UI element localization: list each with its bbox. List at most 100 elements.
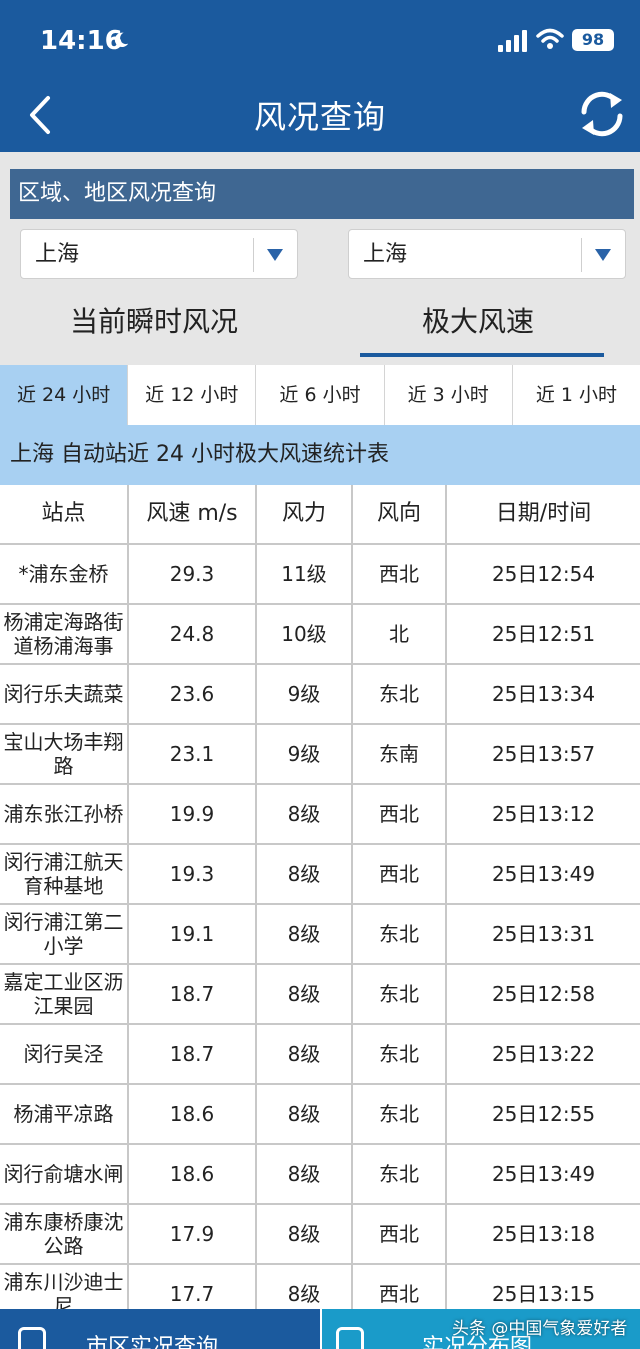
table-row: 杨浦定海路街道杨浦海事 24.8 10级北 25日12:51: [0, 605, 640, 665]
period-tabs: 近 24 小时 近 12 小时 近 6 小时 近 3 小时 近 1 小时: [0, 365, 640, 425]
wind-direction-cell: 东北: [353, 905, 447, 963]
wind-speed-cell: 19.1: [129, 905, 257, 963]
column-header: 风向: [353, 485, 447, 543]
wind-force-cell: 9级: [257, 665, 353, 723]
station-cell: 闵行浦江航天育种基地: [0, 845, 129, 903]
wind-speed-cell: 18.7: [129, 965, 257, 1023]
wind-force-cell: 8级: [257, 1145, 353, 1203]
cellular-signal-icon: [498, 30, 527, 52]
column-header: 站点: [0, 485, 129, 543]
column-header: 风速 m/s: [129, 485, 257, 543]
wind-force-cell: 8级: [257, 905, 353, 963]
period-tab-12h[interactable]: 近 12 小时: [127, 365, 256, 425]
station-cell: 嘉定工业区沥江果园: [0, 965, 129, 1023]
wind-force-cell: 8级: [257, 1265, 353, 1309]
wind-speed-cell: 19.9: [129, 785, 257, 843]
station-cell: 闵行乐夫蔬菜: [0, 665, 129, 723]
column-header: 风力: [257, 485, 353, 543]
datetime-cell: 25日12:58: [491, 982, 596, 1006]
period-tab-3h[interactable]: 近 3 小时: [383, 365, 512, 425]
period-tab-6h[interactable]: 近 6 小时: [255, 365, 384, 425]
station-cell: 闵行浦江第二小学: [0, 905, 129, 963]
table-row: 闵行乐夫蔬菜 23.6 9级 东北 25日13:34: [0, 665, 640, 725]
station-cell: 杨浦平凉路: [0, 1085, 129, 1143]
wind-direction-cell: 东北: [353, 965, 447, 1023]
tab-max-wind-speed[interactable]: 极大风速: [422, 300, 534, 340]
station-cell: 浦东康桥康沈公路: [0, 1205, 129, 1263]
table-row: *浦东金桥 29.3 11级 西北 25日12:54: [0, 545, 640, 605]
wifi-icon: [536, 28, 564, 49]
station-cell: 浦东张江孙桥: [0, 785, 129, 843]
table-row: 闵行吴泾 18.7 8级 东北 25日13:22: [0, 1025, 640, 1085]
table-header-row: 站点 风速 m/s 风力 风向 日期/时间: [0, 485, 640, 545]
table-body: *浦东金桥 29.3 11级 西北 25日12:54 杨浦定海路街道杨浦海事 24.8 10级…: [0, 545, 640, 1309]
tab-current-wind[interactable]: 当前瞬时风况: [70, 300, 238, 340]
wind-speed-cell: 17.9: [129, 1205, 257, 1263]
city-select[interactable]: 上海: [348, 229, 626, 279]
station-cell: *浦东金桥: [0, 545, 129, 603]
datetime-cell: 25日13:12: [491, 802, 596, 826]
datetime-cell: 25日13:22: [491, 1042, 596, 1066]
nav-bar: 风况查询: [0, 80, 640, 152]
table-row: 闵行浦江航天育种基地 19.3 8级 西北 25日13:49: [0, 845, 640, 905]
period-tab-24h[interactable]: 近 24 小时: [0, 365, 128, 425]
wind-direction-cell: 东北: [353, 1085, 447, 1143]
station-cell: 闵行吴泾: [0, 1025, 129, 1083]
wind-force-cell: 8级: [257, 785, 353, 843]
wind-speed-cell: 19.3: [129, 845, 257, 903]
station-cell: 杨浦定海路街道杨浦海事: [0, 605, 129, 663]
status-bar: 14:16 98: [0, 0, 640, 80]
wind-direction-cell: 东北: [353, 665, 447, 723]
chevron-down-icon: [595, 249, 611, 261]
district-query-label: 市区实况查询: [86, 1335, 219, 1349]
province-select-value: 上海: [35, 242, 80, 267]
add-icon: [336, 1327, 364, 1349]
search-icon: [18, 1327, 46, 1349]
region-query-header: 区域、地区风况查询: [10, 169, 634, 219]
datetime-cell: 25日12:54: [491, 562, 596, 586]
status-time: 14:16: [40, 26, 123, 56]
station-cell: 宝山大场丰翔路: [0, 725, 129, 783]
wind-direction-cell: 西北: [353, 785, 447, 843]
select-divider: [581, 238, 582, 272]
datetime-cell: 25日13:31: [491, 922, 596, 946]
wind-direction-cell: 北: [353, 605, 447, 663]
main-content: 区域、地区风况查询 上海 上海 当前瞬时风况 极大风速 近 24 小时 近 12…: [0, 152, 640, 1309]
wind-force-cell: 8级: [257, 1025, 353, 1083]
table-row: 闵行浦江第二小学 19.1 8级 东北 25日13:31: [0, 905, 640, 965]
column-header: 日期/时间: [495, 501, 592, 526]
table-row: 浦东川沙迪士尼 17.7 8级 西北 25日13:15: [0, 1265, 640, 1309]
city-select-value: 上海: [363, 242, 408, 267]
period-tab-1h[interactable]: 近 1 小时: [511, 365, 640, 425]
district-query-button[interactable]: 市区实况查询: [0, 1309, 320, 1349]
wind-force-cell: 8级: [257, 845, 353, 903]
datetime-cell: 25日13:57: [491, 742, 596, 766]
wind-force-cell: 9级: [257, 725, 353, 783]
wind-speed-cell: 18.6: [129, 1085, 257, 1143]
wind-speed-cell: 29.3: [129, 545, 257, 603]
wind-force-cell: 8级: [257, 1205, 353, 1263]
datetime-cell: 25日12:51: [491, 622, 596, 646]
chevron-down-icon: [267, 249, 283, 261]
wind-speed-cell: 18.7: [129, 1025, 257, 1083]
watermark: 头条 @中国气象爱好者: [452, 1319, 628, 1339]
province-select[interactable]: 上海: [20, 229, 298, 279]
wind-table: 站点 风速 m/s 风力 风向 日期/时间 *浦东金桥 29.3 11级 西北 25日1…: [0, 485, 640, 1309]
battery-indicator: 98: [572, 29, 614, 51]
wind-direction-cell: 西北: [353, 845, 447, 903]
wind-direction-cell: 西北: [353, 1265, 447, 1309]
table-row: 浦东康桥康沈公路 17.9 8级 西北 25日13:18: [0, 1205, 640, 1265]
wind-force-cell: 11级: [257, 545, 353, 603]
wind-direction-cell: 东北: [353, 1145, 447, 1203]
active-tab-indicator: [360, 353, 604, 357]
wind-direction-cell: 西北: [353, 545, 447, 603]
station-cell: 浦东川沙迪士尼: [0, 1265, 129, 1309]
station-cell: 闵行俞塘水闸: [0, 1145, 129, 1203]
table-title: 上海 自动站近 24 小时极大风速统计表: [0, 425, 640, 485]
wind-speed-cell: 18.6: [129, 1145, 257, 1203]
wind-force-cell: 8级: [257, 1085, 353, 1143]
datetime-cell: 25日12:55: [491, 1102, 596, 1126]
moon-icon: [114, 32, 129, 48]
refresh-icon[interactable]: [574, 86, 630, 142]
wind-speed-cell: 24.8: [129, 605, 257, 663]
